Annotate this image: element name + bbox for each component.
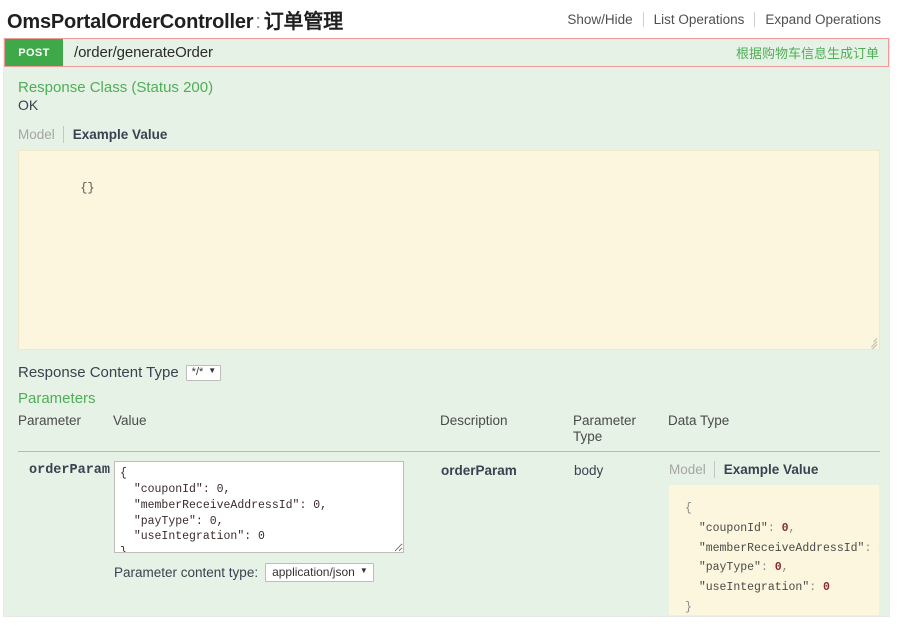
operation-block: POST /order/generateOrder 根据购物车信息生成订单 Re… xyxy=(3,38,890,618)
json-close-brace: } xyxy=(685,600,692,614)
response-example-value-box: {} xyxy=(18,150,880,350)
parameter-content-type-select[interactable]: application/json ▼ xyxy=(265,563,374,583)
data-type-view-tabs: Model Example Value xyxy=(669,461,879,479)
operation-path[interactable]: /order/generateOrder xyxy=(63,39,213,66)
title-separator: : xyxy=(255,10,261,33)
tab-model[interactable]: Model xyxy=(18,127,63,142)
column-header-parameter: Parameter xyxy=(18,413,113,453)
list-operations-link[interactable]: List Operations xyxy=(644,12,755,27)
http-method-badge: POST xyxy=(5,39,63,66)
column-header-parameter-type-line2: Type xyxy=(573,428,603,444)
show-hide-link[interactable]: Show/Hide xyxy=(557,12,642,27)
parameter-data-type-cell: Model Example Value { "couponId": 0, "me… xyxy=(668,452,880,617)
tab-example-value[interactable]: Example Value xyxy=(715,462,827,477)
page-title: OmsPortalOrderController: 订单管理 xyxy=(7,5,343,34)
parameter-content-type-value: application/json xyxy=(272,565,355,580)
response-content-type-value: */* xyxy=(191,365,204,378)
expand-operations-link[interactable]: Expand Operations xyxy=(755,12,891,27)
json-value-couponid: 0 xyxy=(781,521,789,535)
parameter-name: orderParam xyxy=(29,463,111,479)
controller-description: 订单管理 xyxy=(263,10,343,33)
json-value-useintegration: 0 xyxy=(823,581,830,595)
json-comma: , xyxy=(781,561,789,575)
column-header-value: Value xyxy=(113,413,440,453)
tab-model[interactable]: Model xyxy=(669,462,714,477)
parameters-table: Parameter Value Description Parameter Ty… xyxy=(18,413,880,616)
chevron-down-icon: ▼ xyxy=(359,566,368,576)
parameter-description: orderParam xyxy=(441,463,517,479)
parameter-example-value-box: { "couponId": 0, "memberReceiveAddressId… xyxy=(669,485,879,616)
parameter-content-type-label: Parameter content type: xyxy=(114,565,259,581)
response-content-type-select[interactable]: */* ▼ xyxy=(185,364,222,381)
operation-body: Response Class (Status 200) OK Model Exa… xyxy=(4,67,889,617)
json-key-useintegration: "useIntegration" xyxy=(698,581,810,595)
json-value-memberreceiveaddressid: 0 xyxy=(878,542,879,555)
response-content-type-label: Response Content Type xyxy=(18,364,179,381)
tab-example-value[interactable]: Example Value xyxy=(64,127,176,142)
operation-summary: 根据购物车信息生成订单 xyxy=(735,46,879,61)
json-key-paytype: "payType" xyxy=(698,561,761,575)
response-view-tabs: Model Example Value xyxy=(18,126,880,143)
parameter-value-input[interactable] xyxy=(114,461,404,554)
operation-bar-spacer xyxy=(213,39,736,66)
json-comma: , xyxy=(788,521,796,535)
json-key-memberreceiveaddressid: "memberReceiveAddressId" xyxy=(698,541,865,555)
resize-handle-icon[interactable] xyxy=(865,335,878,349)
table-row: orderParam Parameter content type: appli… xyxy=(18,452,880,617)
parameter-content-type-row: Parameter content type: application/json… xyxy=(114,563,439,583)
json-key-couponid: "couponId" xyxy=(698,521,768,535)
column-header-parameter-type-line1: Parameter xyxy=(573,413,637,428)
json-open-brace: { xyxy=(685,502,692,516)
controller-name: OmsPortalOrderController xyxy=(7,10,254,33)
operation-header-bar[interactable]: POST /order/generateOrder 根据购物车信息生成订单 xyxy=(4,38,889,67)
table-header-row: Parameter Value Description Parameter Ty… xyxy=(18,413,880,453)
column-header-description: Description xyxy=(440,413,573,453)
response-class-title: Response Class (Status 200) xyxy=(18,79,214,96)
chevron-down-icon: ▼ xyxy=(208,366,217,375)
operation-toolbar: Show/Hide List Operations Expand Operati… xyxy=(557,11,891,27)
column-header-parameter-type: Parameter Type xyxy=(573,413,668,453)
response-example-value-text: {} xyxy=(80,181,95,196)
parameters-title: Parameters xyxy=(18,390,96,407)
json-value-paytype: 0 xyxy=(774,561,782,575)
parameter-type: body xyxy=(574,463,604,479)
response-status-text: OK xyxy=(18,97,39,113)
column-header-data-type: Data Type xyxy=(668,413,880,453)
response-content-type-row: Response Content Type */* ▼ xyxy=(18,364,880,381)
parameter-value-cell: Parameter content type: application/json… xyxy=(113,452,440,617)
resource-header: OmsPortalOrderController: 订单管理 Show/Hide … xyxy=(0,0,900,38)
